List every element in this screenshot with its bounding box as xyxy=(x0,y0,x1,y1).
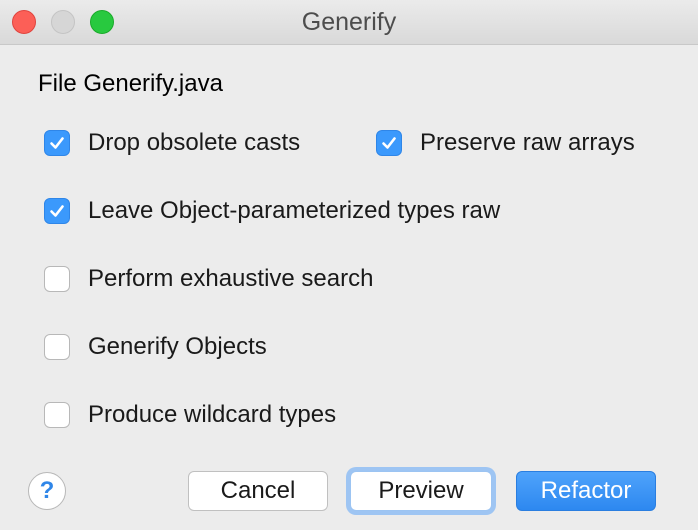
generify-dialog: Generify File Generify.java Drop obsolet… xyxy=(0,0,698,530)
option-label: Perform exhaustive search xyxy=(88,265,374,292)
file-label: File Generify.java xyxy=(38,70,223,97)
checkmark-icon xyxy=(382,137,396,149)
checkbox-drop-obsolete-casts[interactable] xyxy=(44,130,70,156)
question-mark-icon: ? xyxy=(39,477,55,504)
checkbox-generify-objects[interactable] xyxy=(44,334,70,360)
checkbox-produce-wildcard-types[interactable] xyxy=(44,402,70,428)
option-label: Produce wildcard types xyxy=(88,401,337,428)
checkbox-leave-object-parameterized[interactable] xyxy=(44,198,70,224)
option-label: Generify Objects xyxy=(88,333,267,360)
window-title: Generify xyxy=(301,8,397,36)
option-label: Drop obsolete casts xyxy=(88,129,301,156)
option-generify-objects[interactable]: Generify Objects xyxy=(44,331,267,363)
help-button[interactable]: ? xyxy=(28,472,66,510)
refactor-button[interactable]: Refactor xyxy=(516,471,656,511)
checkmark-icon xyxy=(50,137,64,149)
checkbox-preserve-raw-arrays[interactable] xyxy=(376,130,402,156)
option-preserve-raw-arrays[interactable]: Preserve raw arrays xyxy=(376,127,635,159)
checkmark-icon xyxy=(50,205,64,217)
option-drop-obsolete-casts[interactable]: Drop obsolete casts xyxy=(44,127,300,159)
cancel-button[interactable]: Cancel xyxy=(188,471,328,511)
checkbox-perform-exhaustive-search[interactable] xyxy=(44,266,70,292)
option-label: Leave Object-parameterized types raw xyxy=(88,197,501,224)
option-leave-object-parameterized[interactable]: Leave Object-parameterized types raw xyxy=(44,195,500,227)
option-label: Preserve raw arrays xyxy=(420,129,635,156)
option-perform-exhaustive-search[interactable]: Perform exhaustive search xyxy=(44,263,373,295)
title-bar: Generify xyxy=(0,0,698,45)
option-produce-wildcard-types[interactable]: Produce wildcard types xyxy=(44,399,336,431)
preview-button[interactable]: Preview xyxy=(350,471,492,511)
